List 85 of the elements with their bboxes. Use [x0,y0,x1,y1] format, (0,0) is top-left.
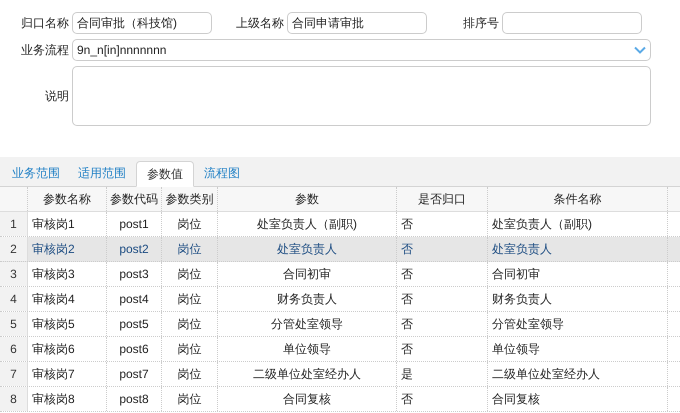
table-cell-text: 分管处室领导 [492,316,564,333]
table-cell-text: 否 [401,216,413,233]
table-cell-text: 处室负责人（副职) [492,216,592,233]
table-cell-text: 岗位 [178,241,202,258]
column-header: 参数名称 [43,191,91,208]
table-cell-text: 合同初审 [283,266,331,283]
row-number: 4 [10,291,17,308]
table-cell-text: 财务负责人 [277,291,337,308]
table-cell-text: post1 [119,216,149,233]
table-row[interactable]: 8 审核岗8 post8 岗位 合同复核 否 合同复核 [0,387,680,412]
table-cell-text: 否 [401,341,413,358]
row-number: 1 [10,216,17,233]
table-cell-text: post6 [119,341,149,358]
input-field[interactable] [502,12,642,34]
table-cell-text: 单位领导 [492,341,540,358]
table-cell-text: 合同复核 [492,391,540,408]
table-cell-text: 单位领导 [283,341,331,358]
table-cell-text: 处室负责人 [492,241,552,258]
table-cell-text: 处室负责人 [277,241,337,258]
table-cell-text: 审核岗2 [32,241,75,258]
table-cell-text: 否 [401,266,413,283]
table-cell-text: 岗位 [178,316,202,333]
table-cell-text: 分管处室领导 [271,316,343,333]
tab[interactable]: 适用范围 [70,160,134,186]
row-number: 5 [10,316,17,333]
input-field[interactable]: 合同申请审批 [287,12,427,34]
table-row[interactable]: 5 审核岗5 post5 岗位 分管处室领导 否 分管处室领导 [0,312,680,337]
table-cell-text: 是 [401,366,413,383]
table-cell-text: 合同复核 [283,391,331,408]
chevron-down-icon [634,46,646,54]
field-label: 排序号 [463,15,499,32]
table-cell-text: 审核岗3 [32,266,75,283]
row-number: 6 [10,341,17,358]
table-row[interactable]: 7 审核岗7 post7 岗位 二级单位处室经办人 是 二级单位处室经办人 [0,362,680,387]
table-cell-text: 处室负责人（副职) [257,216,357,233]
table-cell-text: 二级单位处室经办人 [492,366,600,383]
table-cell-text: 岗位 [178,291,202,308]
table-row[interactable]: 3 审核岗3 post3 岗位 合同初审 否 合同初审 [0,262,680,287]
table-cell-text: 审核岗6 [32,341,75,358]
row-number: 7 [10,366,17,383]
tab[interactable]: 业务范围 [4,160,68,186]
column-header: 参数代码 [110,191,158,208]
table-cell-text: post5 [119,316,149,333]
process-select[interactable]: 9n_n[in]nnnnnnn [72,39,651,61]
table-cell-text: 岗位 [178,266,202,283]
table-row[interactable]: 4 审核岗4 post4 岗位 财务负责人 否 财务负责人 [0,287,680,312]
description-field[interactable] [72,66,651,126]
tab[interactable]: 参数值 [136,161,194,187]
table-cell-text: post2 [119,241,149,258]
field-label: 说明 [45,88,69,105]
table-cell-text: post3 [119,266,149,283]
row-number: 2 [10,241,17,258]
table-cell-text: 审核岗5 [32,316,75,333]
table-cell-text: 审核岗4 [32,291,75,308]
column-header: 条件名称 [554,191,602,208]
column-header: 参数 [295,191,319,208]
table-cell-text: 岗位 [178,341,202,358]
table-cell-text: post4 [119,291,149,308]
table-cell-text: 否 [401,241,413,258]
table-cell-text: post7 [119,366,149,383]
row-number: 3 [10,266,17,283]
table-row[interactable]: 6 审核岗6 post6 岗位 单位领导 否 单位领导 [0,337,680,362]
tab[interactable]: 流程图 [196,160,248,186]
field-label: 业务流程 [21,42,69,59]
table-row[interactable]: 2 审核岗2 post2 岗位 处室负责人 否 处室负责人 [0,237,680,262]
table-cell-text: 岗位 [178,216,202,233]
table-cell-text: 审核岗1 [32,216,75,233]
table-cell-text: 否 [401,316,413,333]
row-number: 8 [10,391,17,408]
table-row[interactable]: 1 审核岗1 post1 岗位 处室负责人（副职) 否 处室负责人（副职) [0,212,680,237]
table-cell-text: 二级单位处室经办人 [253,366,361,383]
table-cell-text: post8 [119,391,149,408]
column-header: 是否归口 [418,191,466,208]
table-cell-text: 财务负责人 [492,291,552,308]
table-cell-text: 岗位 [178,391,202,408]
field-label: 上级名称 [236,15,284,32]
table-cell-text: 审核岗8 [32,391,75,408]
field-label: 归口名称 [21,15,69,32]
table-cell-text: 审核岗7 [32,366,75,383]
column-header: 参数类别 [166,191,214,208]
table-cell-text: 否 [401,291,413,308]
table-cell-text: 合同初审 [492,266,540,283]
input-field[interactable]: 合同审批（科技馆) [72,12,212,34]
table-cell-text: 岗位 [178,366,202,383]
table-cell-text: 否 [401,391,413,408]
